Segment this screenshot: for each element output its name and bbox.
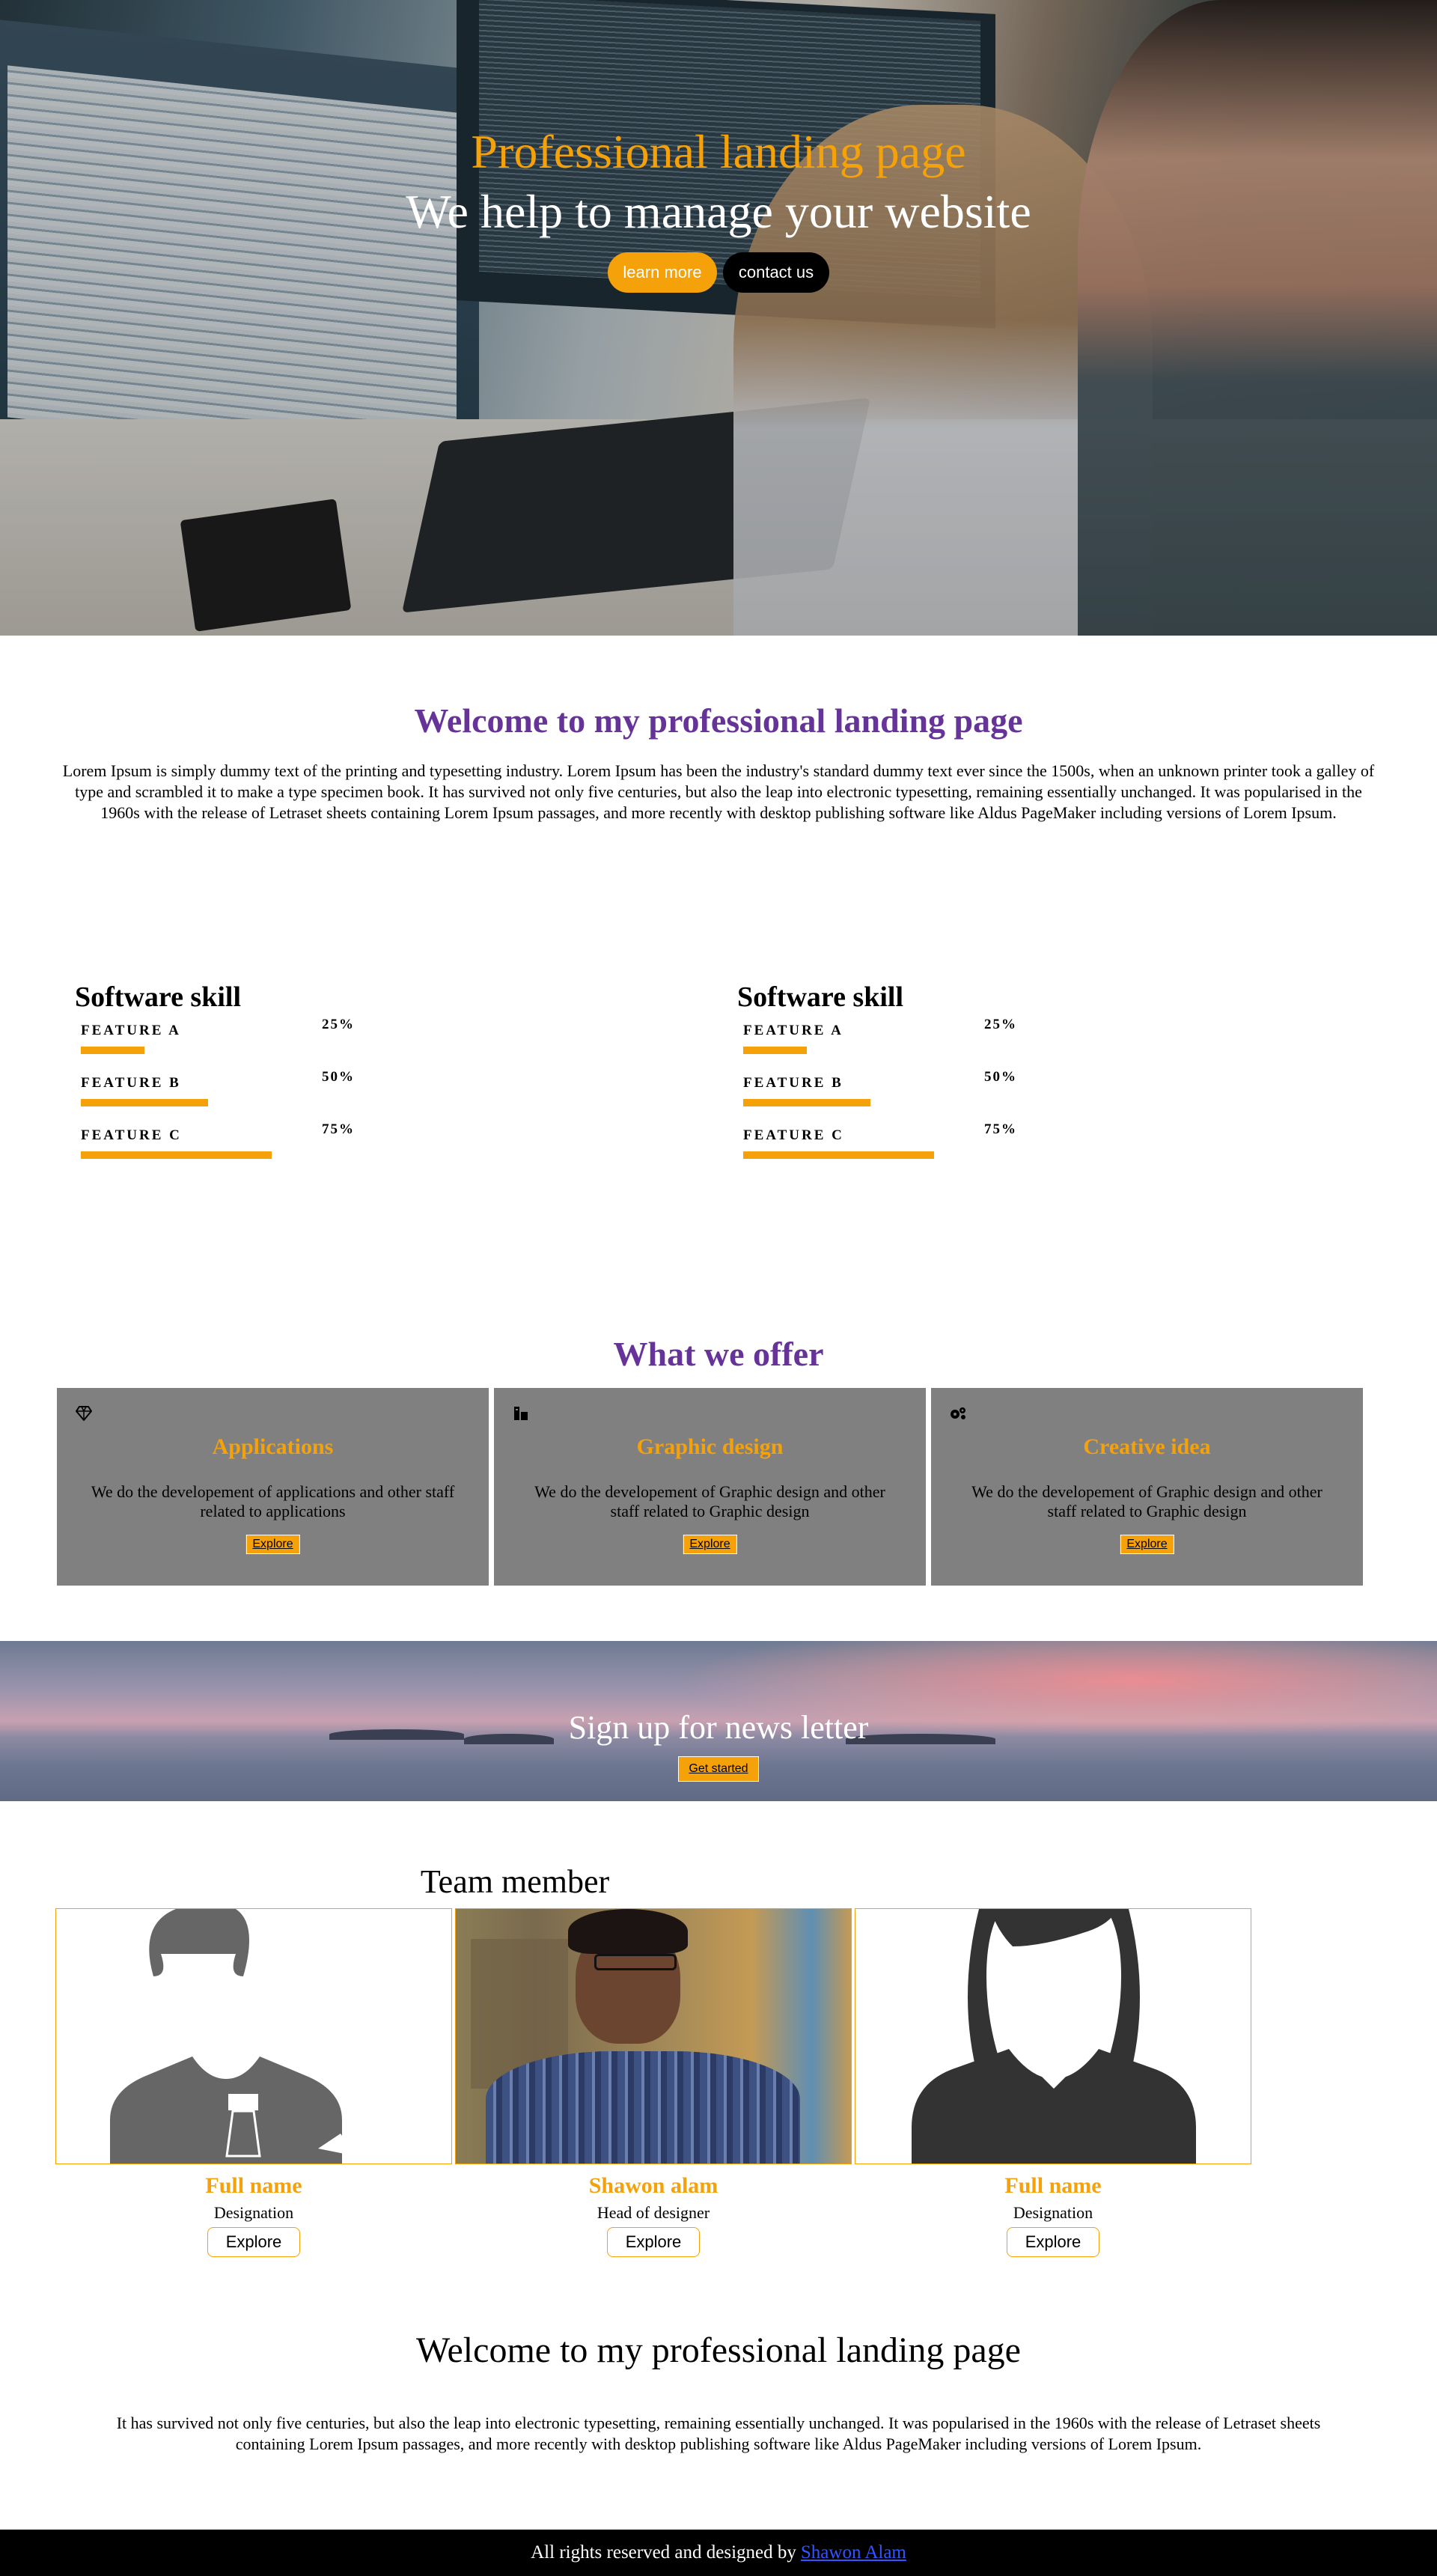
closing-title: Welcome to my professional landing page [416, 2330, 1021, 2370]
design-tools-icon [512, 1404, 530, 1422]
footer-author-link[interactable]: Shawon Alam [801, 2542, 906, 2563]
member-role: Head of designer [597, 2203, 710, 2222]
offer-card-creative-idea: Creative idea We do the developement of … [931, 1388, 1363, 1586]
team-member-card: Full name Designation Explore [855, 1908, 1251, 2257]
offer-card-title: Graphic design [636, 1434, 784, 1459]
skill-label: FEATURE A [743, 1023, 843, 1038]
member-explore-button[interactable]: Explore [607, 2227, 700, 2257]
explore-button[interactable]: Explore [683, 1535, 737, 1554]
skills-title: Software skill [737, 981, 904, 1013]
hero-section: Professional landing page We help to man… [0, 0, 1437, 636]
skill-label: FEATURE B [743, 1075, 843, 1091]
member-role: Designation [213, 2203, 294, 2222]
offer-card-text: We do the developement of Graphic design… [534, 1482, 885, 1520]
skill-percent: 75% [322, 1121, 355, 1137]
gears-icon [949, 1404, 967, 1422]
hero-title: Professional landing page [471, 125, 966, 178]
avatar [55, 1908, 452, 2164]
get-started-button[interactable]: Get started [678, 1756, 759, 1782]
footer-text: All rights reserved and designed by [531, 2542, 796, 2563]
skill-row: FEATURE B 50% [75, 1069, 733, 1127]
offer-title: What we offer [613, 1335, 824, 1373]
offer-card-title: Applications [212, 1434, 334, 1459]
skill-label: FEATURE A [81, 1023, 181, 1038]
skill-percent: 50% [322, 1069, 355, 1085]
person-shirt [486, 2051, 800, 2164]
offer-card-graphic-design: Graphic design We do the developement of… [494, 1388, 926, 1586]
skills-panel-right: Software skill FEATURE A 25% FEATURE B 5… [737, 981, 1396, 1180]
skill-row: FEATURE C 75% [737, 1121, 1396, 1180]
skill-row: FEATURE A 25% [737, 1017, 1396, 1075]
female-avatar-icon [912, 1909, 1196, 2164]
member-name: Full name [1004, 2173, 1102, 2198]
skill-row: FEATURE B 50% [737, 1069, 1396, 1127]
learn-more-button[interactable]: learn more [608, 252, 717, 293]
skill-percent: 25% [322, 1017, 355, 1032]
skill-bar [743, 1047, 807, 1054]
team-member-card: Full name Designation Explore [55, 1908, 452, 2257]
diamond-icon [75, 1404, 93, 1422]
male-avatar-icon [110, 1909, 356, 2164]
skill-bar [81, 1047, 144, 1054]
welcome-text: Lorem Ipsum is simply dummy text of the … [62, 761, 1375, 822]
offer-card-title: Creative idea [1083, 1434, 1211, 1459]
hero-subtitle: We help to manage your website [406, 185, 1031, 238]
explore-button[interactable]: Explore [245, 1535, 300, 1554]
newsletter-section: Sign up for news letter Get started [0, 1641, 1437, 1801]
skill-row: FEATURE C 75% [75, 1121, 733, 1180]
skill-bar [743, 1151, 934, 1159]
contact-us-button[interactable]: contact us [723, 252, 829, 293]
offer-card-text: We do the developement of applications a… [91, 1482, 455, 1520]
skills-title: Software skill [75, 981, 242, 1013]
member-name: Full name [205, 2173, 302, 2198]
team-members: Full name Designation Explore Shawon ala… [55, 1908, 1251, 2257]
skill-percent: 50% [984, 1069, 1017, 1085]
offer-cards: Applications We do the developement of a… [57, 1388, 1363, 1586]
offer-card-applications: Applications We do the developement of a… [57, 1388, 489, 1586]
member-name: Shawon alam [588, 2173, 718, 2198]
skill-bar [81, 1151, 272, 1159]
skills-panel-left: Software skill FEATURE A 25% FEATURE B 5… [75, 981, 733, 1180]
skill-label: FEATURE B [81, 1075, 181, 1091]
footer: All rights reserved and designed by Shaw… [0, 2530, 1437, 2576]
skill-label: FEATURE C [81, 1127, 182, 1143]
newsletter-title: Sign up for news letter [568, 1709, 869, 1746]
offer-card-text: We do the developement of Graphic design… [971, 1482, 1322, 1520]
member-explore-button[interactable]: Explore [207, 2227, 300, 2257]
team-title: Team member [420, 1863, 610, 1900]
skill-percent: 25% [984, 1017, 1017, 1032]
skill-row: FEATURE A 25% [75, 1017, 733, 1075]
team-member-card: Shawon alam Head of designer Explore [455, 1908, 852, 2257]
skill-label: FEATURE C [743, 1127, 844, 1143]
closing-text: It has survived not only five centuries,… [116, 2414, 1321, 2453]
hero-buttons: learn more contact us [0, 252, 1437, 293]
member-role: Designation [1013, 2203, 1093, 2222]
skill-bar [743, 1099, 870, 1106]
welcome-title: Welcome to my professional landing page [414, 701, 1023, 740]
member-explore-button[interactable]: Explore [1007, 2227, 1099, 2257]
avatar [855, 1908, 1251, 2164]
explore-button[interactable]: Explore [1120, 1535, 1174, 1554]
skill-percent: 75% [984, 1121, 1017, 1137]
skill-bar [81, 1099, 208, 1106]
avatar [455, 1908, 852, 2164]
